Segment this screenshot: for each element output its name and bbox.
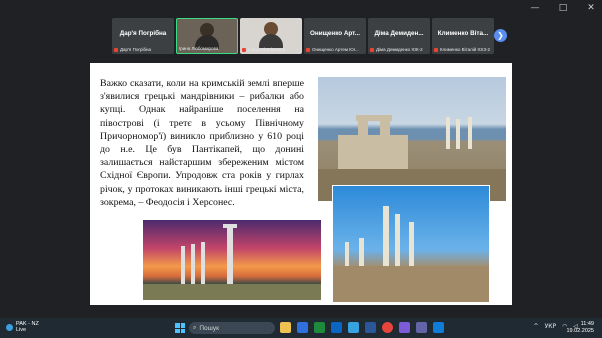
file-explorer-icon[interactable] — [280, 322, 291, 333]
store-icon[interactable] — [331, 322, 342, 333]
chevron-up-icon[interactable]: ^ — [534, 323, 539, 330]
viber-icon[interactable] — [399, 322, 410, 333]
participant-tile[interactable]: Дар'я Погрібна Дар'я Погрібна — [112, 18, 174, 54]
windows-taskbar: PAK - NZ Live ⌕ Пошук ^ УКР ◠ ◁ 11:49 19.… — [0, 318, 602, 338]
word-icon[interactable] — [365, 322, 376, 333]
participant-caption: Ірина Любомирова — [179, 46, 219, 51]
language-indicator[interactable]: УКР — [545, 323, 557, 330]
meeting-window: — □ ✕ Дар'я Погрібна Дар'я Погрібна Ірин… — [0, 0, 602, 318]
participant-name: Дар'я Погрібна — [119, 30, 167, 37]
weather-icon — [6, 323, 13, 331]
next-participants-button[interactable]: ❯ — [494, 29, 507, 42]
start-button[interactable] — [175, 323, 185, 333]
participant-strip: Дар'я Погрібна Дар'я Погрібна Ірина Любо… — [112, 18, 494, 54]
app-icon[interactable] — [433, 322, 444, 333]
search-placeholder: Пошук — [199, 324, 219, 332]
mic-muted-icon — [114, 47, 118, 52]
clock-time: 11:49 — [580, 321, 594, 327]
weather-sub: Live — [16, 327, 27, 333]
taskbar-search[interactable]: ⌕ Пошук — [189, 322, 275, 334]
participant-tile[interactable]: Онищенко Арт... Онищенко Артем ЮІ... — [304, 18, 366, 54]
mic-muted-icon — [242, 47, 246, 52]
participant-caption: Діма Демиденко ЮК-2 — [370, 47, 428, 52]
mic-muted-icon — [370, 47, 374, 52]
taskbar-clock[interactable]: 11:49 19.02.2025 — [566, 321, 594, 335]
participant-tile[interactable]: Діма Демиден... Діма Демиденко ЮК-2 — [368, 18, 430, 54]
search-icon: ⌕ — [193, 324, 197, 331]
teams-icon[interactable] — [416, 322, 427, 333]
window-controls: — □ ✕ — [530, 3, 596, 13]
participant-caption: Клименко Віталій ЮІЗ-2 — [434, 47, 492, 52]
participant-name: Онищенко Арт... — [310, 30, 360, 37]
participant-caption: Онищенко Артем ЮІ... — [306, 47, 364, 52]
participant-caption: Дар'я Погрібна — [114, 47, 172, 52]
participant-tile[interactable]: Lesya Khudutsana — [240, 18, 302, 54]
close-button[interactable]: ✕ — [586, 3, 596, 13]
shared-slide: Важко сказати, коли на кримській землі в… — [90, 63, 512, 305]
participant-video-body — [259, 34, 283, 48]
participant-caption: Lesya Khudutsana — [242, 47, 300, 52]
mic-muted-icon — [434, 47, 438, 52]
app-icon[interactable] — [314, 322, 325, 333]
clock-date: 19.02.2025 — [566, 328, 594, 334]
chrome-icon[interactable] — [382, 322, 393, 333]
ruins-photo-top — [318, 77, 506, 201]
ruins-photo-sunset — [143, 220, 321, 300]
taskbar-apps — [280, 322, 444, 333]
participant-tile[interactable]: Клименко Віта... Клименко Віталій ЮІЗ-2 — [432, 18, 494, 54]
telegram-icon[interactable] — [348, 322, 359, 333]
participant-name: Клименко Віта... — [437, 30, 489, 37]
chevron-right-icon: ❯ — [497, 31, 504, 40]
maximize-button[interactable]: □ — [558, 3, 568, 13]
weather-widget[interactable]: PAK - NZ Live — [6, 321, 39, 333]
participant-name: Діма Демиден... — [374, 30, 424, 37]
ruins-photo-columns — [332, 185, 490, 303]
minimize-button[interactable]: — — [530, 3, 540, 13]
edge-icon[interactable] — [297, 322, 308, 333]
slide-text: Важко сказати, коли на кримській землі в… — [100, 78, 304, 208]
participant-tile-active[interactable]: Ірина Любомирова — [176, 18, 238, 54]
mic-muted-icon — [306, 47, 310, 52]
